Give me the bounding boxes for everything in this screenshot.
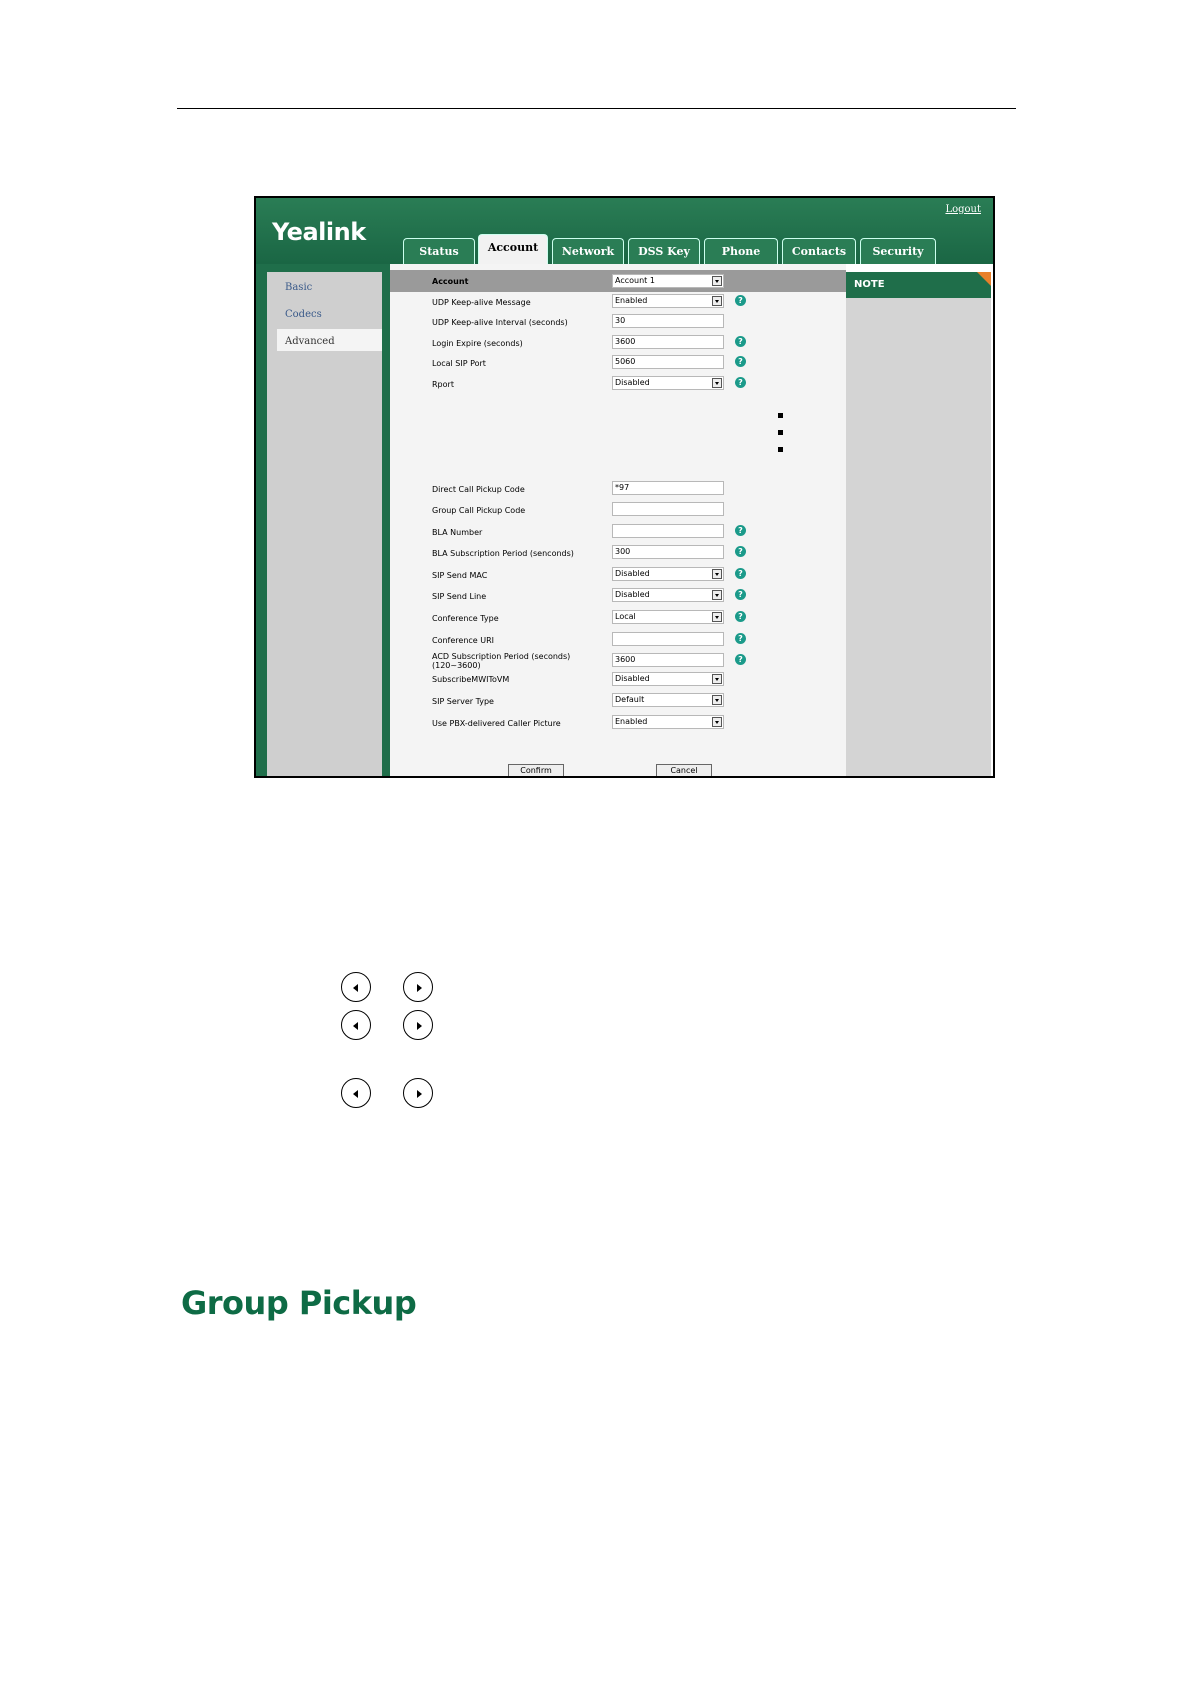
- sidebar-item-basic[interactable]: Basic: [285, 282, 312, 293]
- page-rule: [177, 108, 1016, 109]
- yealink-logo: Yealink: [272, 218, 366, 246]
- account-select-value: Account 1: [615, 276, 655, 285]
- dropdown-arrow-icon: [712, 378, 722, 388]
- tab-account[interactable]: Account: [478, 234, 548, 264]
- row-label: UDP Keep-alive Interval (seconds): [432, 318, 568, 327]
- select-value: Local: [615, 612, 636, 621]
- login-expire-input[interactable]: 3600: [612, 335, 724, 349]
- ellipsis-dot: [778, 413, 783, 418]
- section-heading: Group Pickup: [181, 1284, 417, 1322]
- row-label: UDP Keep-alive Message: [432, 298, 531, 307]
- sidebar-item-advanced[interactable]: Advanced: [285, 336, 335, 347]
- udp-keepalive-interval-input[interactable]: 30: [612, 314, 724, 328]
- dropdown-arrow-icon: [712, 612, 722, 622]
- note-column: [846, 272, 991, 776]
- row-label: Local SIP Port: [432, 359, 486, 368]
- row-label: Login Expire (seconds): [432, 339, 523, 348]
- select-value: Disabled: [615, 590, 650, 599]
- tab-contacts[interactable]: Contacts: [782, 238, 856, 264]
- row-label: Use PBX-delivered Caller Picture: [432, 719, 561, 728]
- acd-subscription-period-input[interactable]: 3600: [612, 653, 724, 667]
- row-label: Conference Type: [432, 614, 499, 623]
- row-label: BLA Subscription Period (senconds): [432, 549, 574, 558]
- use-pbx-caller-picture-select[interactable]: Enabled: [612, 715, 724, 729]
- help-icon[interactable]: ?: [735, 633, 746, 644]
- ellipsis-dot: [778, 430, 783, 435]
- account-label: Account: [432, 277, 469, 286]
- row-label: SubscribeMWIToVM: [432, 675, 510, 684]
- help-icon[interactable]: ?: [735, 589, 746, 600]
- help-icon[interactable]: ?: [735, 336, 746, 347]
- tab-dss-key[interactable]: DSS Key: [628, 238, 700, 264]
- conference-uri-input[interactable]: [612, 632, 724, 646]
- dropdown-arrow-icon: [712, 695, 722, 705]
- note-panel: NOTE: [846, 264, 993, 776]
- row-label: SIP Send MAC: [432, 571, 488, 580]
- sidebar: Basic Codecs Advanced: [267, 272, 382, 776]
- help-icon[interactable]: ?: [735, 568, 746, 579]
- help-icon[interactable]: ?: [735, 611, 746, 622]
- row-label-range: (120~3600): [432, 661, 481, 670]
- sip-server-type-select[interactable]: Default: [612, 693, 724, 707]
- row-label: SIP Send Line: [432, 592, 487, 601]
- tab-network[interactable]: Network: [552, 238, 624, 264]
- select-value: Default: [615, 695, 645, 704]
- row-label: Rport: [432, 380, 454, 389]
- left-navigation-key-icon: [341, 1010, 371, 1040]
- row-label: Direct Call Pickup Code: [432, 485, 525, 494]
- left-navigation-key-icon: [341, 1078, 371, 1108]
- help-icon[interactable]: ?: [735, 356, 746, 367]
- select-value: Enabled: [615, 296, 648, 305]
- udp-keepalive-select[interactable]: Enabled: [612, 294, 724, 308]
- header-bar: Yealink Logout Status Account Network DS…: [256, 198, 993, 264]
- row-label: ACD Subscription Period (seconds): [432, 652, 571, 661]
- sidebar-item-codecs[interactable]: Codecs: [285, 309, 322, 320]
- row-label: BLA Number: [432, 528, 483, 537]
- tab-status[interactable]: Status: [403, 238, 475, 264]
- note-corner-icon: [977, 272, 991, 286]
- dropdown-arrow-icon: [712, 569, 722, 579]
- cancel-button[interactable]: Cancel: [656, 764, 712, 776]
- help-icon[interactable]: ?: [735, 546, 746, 557]
- settings-panel: Account Account 1 UDP Keep-alive Message…: [390, 264, 848, 776]
- help-icon[interactable]: ?: [735, 525, 746, 536]
- right-navigation-key-icon: [403, 972, 433, 1002]
- row-label: Group Call Pickup Code: [432, 506, 526, 515]
- dropdown-arrow-icon: [712, 276, 722, 286]
- direct-call-pickup-code-input[interactable]: *97: [612, 481, 724, 495]
- help-icon[interactable]: ?: [735, 377, 746, 388]
- bla-subscription-period-input[interactable]: 300: [612, 545, 724, 559]
- dropdown-arrow-icon: [712, 296, 722, 306]
- logout-link[interactable]: Logout: [945, 204, 981, 215]
- tab-security[interactable]: Security: [860, 238, 936, 264]
- select-value: Enabled: [615, 717, 648, 726]
- select-value: Disabled: [615, 378, 650, 387]
- help-icon[interactable]: ?: [735, 295, 746, 306]
- bla-number-input[interactable]: [612, 524, 724, 538]
- dropdown-arrow-icon: [712, 590, 722, 600]
- conference-type-select[interactable]: Local: [612, 610, 724, 624]
- sip-send-line-select[interactable]: Disabled: [612, 588, 724, 602]
- right-navigation-key-icon: [403, 1078, 433, 1108]
- select-value: Disabled: [615, 569, 650, 578]
- account-select[interactable]: Account 1: [612, 274, 724, 288]
- left-navigation-key-icon: [341, 972, 371, 1002]
- right-navigation-key-icon: [403, 1010, 433, 1040]
- confirm-button[interactable]: Confirm: [508, 764, 564, 776]
- tab-phone[interactable]: Phone: [704, 238, 778, 264]
- row-label: Conference URI: [432, 636, 495, 645]
- note-title: NOTE: [846, 272, 991, 298]
- dropdown-arrow-icon: [712, 674, 722, 684]
- sip-send-mac-select[interactable]: Disabled: [612, 567, 724, 581]
- web-ui-screenshot: Yealink Logout Status Account Network DS…: [254, 196, 995, 778]
- help-icon[interactable]: ?: [735, 654, 746, 665]
- ellipsis-dot: [778, 447, 783, 452]
- row-label: SIP Server Type: [432, 697, 494, 706]
- group-call-pickup-code-input[interactable]: [612, 502, 724, 516]
- select-value: Disabled: [615, 674, 650, 683]
- dropdown-arrow-icon: [712, 717, 722, 727]
- rport-select[interactable]: Disabled: [612, 376, 724, 390]
- subscribe-mwi-to-vm-select[interactable]: Disabled: [612, 672, 724, 686]
- local-sip-port-input[interactable]: 5060: [612, 355, 724, 369]
